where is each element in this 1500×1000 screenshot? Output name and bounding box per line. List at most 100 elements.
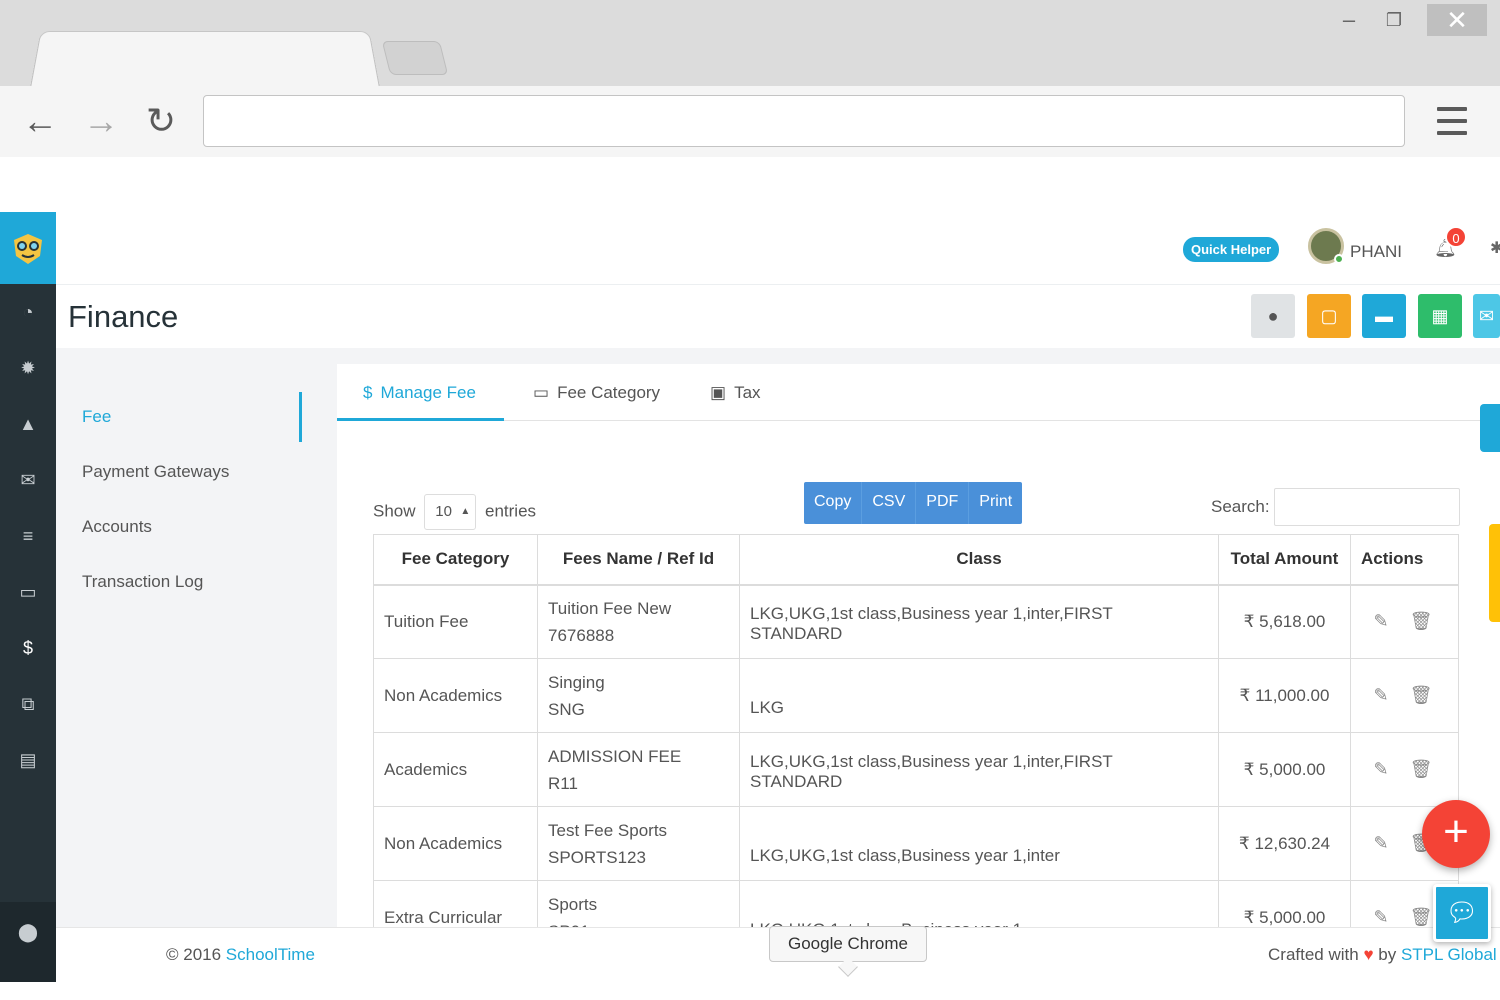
credit-card-icon: ▭ bbox=[533, 383, 550, 402]
table-row: Tuition Fee Tuition Fee New 7676888 LKG,UKG… bbox=[373, 584, 1459, 659]
sidebar-footer: ⬤ bbox=[0, 902, 56, 982]
owl-logo-icon bbox=[14, 234, 42, 264]
cell-fee-category: Non Academics bbox=[373, 806, 538, 881]
col-class[interactable]: Class bbox=[739, 534, 1219, 586]
browser-menu-icon[interactable] bbox=[1437, 107, 1467, 135]
edit-pencil-icon[interactable]: ✎ bbox=[1361, 833, 1401, 854]
gear-icon[interactable]: ✹ bbox=[0, 348, 56, 388]
cell-class: LKG,UKG,1st class,Business year 1,inter bbox=[739, 806, 1219, 881]
table-header-row: Fee Category Fees Name / Ref Id Class To… bbox=[373, 534, 1459, 586]
print-button[interactable]: Print bbox=[969, 482, 1022, 524]
side-panel-tab-yellow[interactable] bbox=[1489, 524, 1500, 622]
app: ◔ ✹ ▲ ✉ ≡ ▭ $ ⧉ ▤ ⬤ Quick Helper PHANI 🔔… bbox=[0, 212, 1500, 983]
cart-quick-button[interactable]: ▬ bbox=[1362, 294, 1406, 338]
side-panel-tab[interactable] bbox=[1480, 404, 1500, 452]
cell-class: LKG bbox=[739, 658, 1219, 733]
browser-chrome: – ❐ ✕ ← → ↻ bbox=[0, 0, 1500, 157]
cell-actions: ✎ 🗑︎ bbox=[1350, 584, 1459, 659]
heart-icon: ♥ bbox=[1363, 945, 1374, 964]
calendar-quick-button[interactable]: ▢ bbox=[1307, 294, 1351, 338]
chat-icon[interactable]: 💬︎ bbox=[1433, 884, 1491, 942]
active-indicator bbox=[299, 392, 302, 442]
trash-icon[interactable]: 🗑︎ bbox=[1401, 611, 1441, 632]
edit-pencil-icon[interactable]: ✎ bbox=[1361, 759, 1401, 780]
graduation-cap-icon[interactable]: ▲ bbox=[0, 404, 56, 444]
forward-arrow-icon[interactable]: → bbox=[81, 101, 121, 141]
entries-control: Show 10 ▲ entries bbox=[373, 494, 536, 530]
cell-actions: ✎ 🗑︎ bbox=[1350, 658, 1459, 733]
edit-pencil-icon[interactable]: ✎ bbox=[1361, 611, 1401, 632]
col-fees-name[interactable]: Fees Name / Ref Id bbox=[537, 534, 740, 586]
tab-bar: $ Manage Fee ▭ Fee Category ▣ Tax bbox=[337, 364, 1497, 421]
fee-panel: $ Manage Fee ▭ Fee Category ▣ Tax Show 10 ▲ … bbox=[337, 364, 1500, 955]
user-name[interactable]: PHANI bbox=[1350, 242, 1402, 262]
copy-button[interactable]: Copy bbox=[804, 482, 863, 524]
new-tab-button[interactable] bbox=[381, 41, 449, 75]
nav-item-fee[interactable]: Fee bbox=[82, 407, 111, 427]
search-input[interactable] bbox=[1274, 488, 1460, 526]
tab-fee-category[interactable]: ▭ Fee Category bbox=[533, 364, 660, 421]
cell-fees-name: Tuition Fee New 7676888 bbox=[537, 584, 740, 659]
close-icon[interactable]: ✕ bbox=[1427, 4, 1487, 36]
schooltime-link[interactable]: SchoolTime bbox=[226, 945, 315, 964]
cell-actions: ✎ 🗑︎ bbox=[1350, 732, 1459, 807]
minimize-icon[interactable]: – bbox=[1335, 4, 1363, 36]
location-pin-icon[interactable]: ⬤ bbox=[0, 912, 56, 952]
add-fab-button[interactable]: + bbox=[1422, 800, 1490, 868]
nav-item-transaction-log[interactable]: Transaction Log bbox=[82, 572, 203, 592]
back-arrow-icon[interactable]: ← bbox=[20, 101, 60, 141]
list-icon[interactable]: ≡ bbox=[0, 516, 56, 556]
cell-fees-name: ADMISSION FEE R11 bbox=[537, 732, 740, 807]
user-quick-button[interactable]: ● bbox=[1251, 294, 1295, 338]
table-row: Non Academics Singing SNG LKG ₹ 11,000.00 ✎ 🗑︎ bbox=[373, 658, 1459, 733]
online-status-dot bbox=[1334, 254, 1344, 264]
reload-icon[interactable]: ↻ bbox=[141, 101, 181, 141]
page-title: Finance bbox=[68, 299, 179, 334]
copy-icon[interactable]: ⧉ bbox=[0, 684, 56, 724]
pdf-button[interactable]: PDF bbox=[916, 482, 970, 524]
quick-helper-button[interactable]: Quick Helper bbox=[1183, 237, 1280, 262]
mail-icon[interactable]: ✉ bbox=[0, 460, 56, 500]
dollar-icon[interactable]: $ bbox=[0, 628, 56, 668]
app-logo[interactable] bbox=[0, 212, 56, 284]
cell-class: LKG,UKG,1st class,Business year 1,inter,… bbox=[739, 732, 1219, 807]
cell-total-amount: ₹ 5,618.00 bbox=[1218, 584, 1351, 659]
notification-badge: 0 bbox=[1445, 226, 1467, 248]
col-actions: Actions bbox=[1350, 534, 1459, 586]
browser-tab[interactable] bbox=[30, 31, 380, 88]
top-header: Quick Helper PHANI 🔔︎ 0 ✱ bbox=[56, 212, 1500, 284]
address-bar[interactable] bbox=[203, 95, 1405, 147]
copyright: © 2016 SchoolTime bbox=[166, 945, 315, 964]
tab-manage-fee[interactable]: $ Manage Fee bbox=[337, 364, 504, 421]
sidebar: ◔ ✹ ▲ ✉ ≡ ▭ $ ⧉ ▤ ⬤ bbox=[0, 212, 56, 982]
cell-fee-category: Academics bbox=[373, 732, 538, 807]
cell-fees-name: Test Fee Sports SPORTS123 bbox=[537, 806, 740, 881]
table-row: Non Academics Test Fee Sports SPORTS123 LKG… bbox=[373, 806, 1459, 881]
calendar-grid-quick-button[interactable]: ▦ bbox=[1418, 294, 1462, 338]
credits: Crafted with ♥ by STPL Global bbox=[1268, 945, 1497, 964]
dollar-icon: $ bbox=[363, 383, 373, 402]
entries-select[interactable]: 10 ▲ bbox=[424, 494, 477, 530]
csv-button[interactable]: CSV bbox=[862, 482, 917, 524]
mail-quick-button[interactable]: ✉ bbox=[1473, 294, 1500, 338]
stpl-link[interactable]: STPL Global bbox=[1401, 945, 1497, 964]
cell-fee-category: Non Academics bbox=[373, 658, 538, 733]
trash-icon[interactable]: 🗑︎ bbox=[1401, 685, 1441, 706]
nav-item-accounts[interactable]: Accounts bbox=[82, 517, 152, 537]
cell-total-amount: ₹ 11,000.00 bbox=[1218, 658, 1351, 733]
trash-icon[interactable]: 🗑︎ bbox=[1401, 759, 1441, 780]
document-icon[interactable]: ▤ bbox=[0, 740, 56, 780]
tab-tax[interactable]: ▣ Tax bbox=[710, 364, 761, 421]
edit-pencil-icon[interactable]: ✎ bbox=[1361, 685, 1401, 706]
page-header: Finance ● ▢ ▬ ▦ ✉ bbox=[56, 284, 1500, 348]
edit-pencil-icon[interactable]: ✎ bbox=[1361, 907, 1401, 928]
nav-item-payment-gateways[interactable]: Payment Gateways bbox=[82, 462, 229, 482]
sort-arrows-icon: ▲ bbox=[460, 506, 471, 517]
settings-icon[interactable]: ✱ bbox=[1490, 238, 1500, 258]
dashboard-icon[interactable]: ◔ bbox=[0, 292, 56, 332]
col-total-amount[interactable]: Total Amount bbox=[1218, 534, 1351, 586]
fee-table: Fee Category Fees Name / Ref Id Class To… bbox=[373, 534, 1459, 955]
restore-icon[interactable]: ❐ bbox=[1380, 4, 1408, 36]
clipboard-icon[interactable]: ▭ bbox=[0, 572, 56, 612]
col-fee-category[interactable]: Fee Category bbox=[373, 534, 538, 586]
